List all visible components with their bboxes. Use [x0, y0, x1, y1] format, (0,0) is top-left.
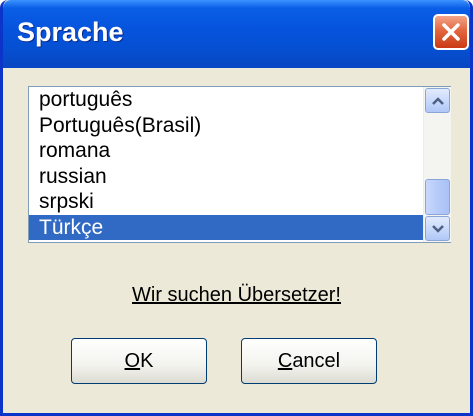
- scroll-thumb[interactable]: [425, 179, 450, 215]
- title-bar[interactable]: Sprache: [3, 0, 470, 68]
- window-title: Sprache: [17, 17, 124, 47]
- close-icon: [442, 23, 460, 41]
- scroll-up-button[interactable]: [425, 88, 450, 113]
- ok-button[interactable]: OK: [71, 338, 207, 384]
- ok-mnemonic: O: [124, 350, 141, 372]
- language-item-romana[interactable]: romana: [29, 138, 423, 164]
- language-dialog: Sprache português Português(Brasil) roma…: [0, 0, 473, 416]
- language-item-russian[interactable]: russian: [29, 164, 423, 190]
- language-item-turkce[interactable]: Türkçe: [29, 214, 423, 240]
- language-item-portugues-brasil[interactable]: Português(Brasil): [29, 113, 423, 139]
- close-button[interactable]: [433, 14, 469, 50]
- translators-wanted-link[interactable]: Wir suchen Übersetzer!: [3, 284, 470, 307]
- language-listbox[interactable]: português Português(Brasil) romana russi…: [28, 86, 451, 243]
- language-item-srpski[interactable]: srpski: [29, 189, 423, 215]
- chevron-up-icon: [432, 97, 444, 105]
- scroll-down-button[interactable]: [425, 216, 450, 241]
- list-scrollbar[interactable]: [423, 87, 451, 242]
- language-item-portugues[interactable]: português: [29, 87, 423, 113]
- chevron-down-icon: [432, 225, 444, 233]
- cancel-label-rest: ancel: [292, 350, 341, 372]
- cancel-button[interactable]: Cancel: [241, 338, 377, 384]
- language-list: português Português(Brasil) romana russi…: [29, 87, 423, 242]
- ok-label-rest: K: [140, 350, 154, 372]
- cancel-mnemonic: C: [277, 350, 293, 372]
